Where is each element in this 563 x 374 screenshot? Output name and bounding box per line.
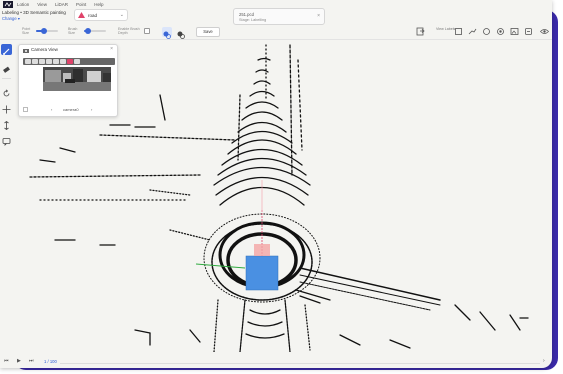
next-camera-button[interactable]: › bbox=[91, 107, 92, 112]
move-icon bbox=[2, 105, 11, 114]
skip-back-icon[interactable]: ⏮ bbox=[4, 358, 9, 364]
paint-mode-button[interactable] bbox=[162, 27, 172, 39]
change-label[interactable]: Change bbox=[2, 16, 17, 21]
target-icon[interactable] bbox=[496, 27, 505, 36]
file-stage: Stage: Labelling bbox=[239, 18, 267, 22]
camera-tab[interactable] bbox=[67, 59, 73, 64]
menu-item-help[interactable]: Help bbox=[94, 2, 103, 7]
enable-depth-label: Enable Brush Depth bbox=[118, 27, 140, 35]
menu-item-lidar[interactable]: LiDAR bbox=[55, 2, 68, 7]
square-icon[interactable] bbox=[454, 27, 463, 36]
enable-depth-checkbox[interactable] bbox=[144, 28, 150, 34]
point-size-handle[interactable] bbox=[41, 28, 47, 34]
brush-tool[interactable] bbox=[1, 44, 12, 55]
app-logo bbox=[3, 1, 13, 8]
save-button[interactable]: Save bbox=[196, 27, 220, 37]
eye-icon[interactable] bbox=[540, 27, 549, 36]
brush-mode-icon bbox=[163, 31, 171, 39]
camera-view-panel: Camera View × ‹ camera0 › bbox=[18, 44, 118, 117]
line-icon[interactable] bbox=[468, 27, 477, 36]
expand-icon[interactable]: › bbox=[543, 358, 545, 364]
camera-view-title: Camera View bbox=[31, 47, 58, 52]
app-screenshot: Lotion View LiDAR Point Help Labeling • … bbox=[0, 0, 563, 374]
class-dropdown[interactable]: road ⌄ bbox=[74, 9, 128, 21]
height-tool[interactable] bbox=[1, 118, 12, 130]
project-title: Labeling • 3D Semantic painting bbox=[2, 10, 66, 15]
toolbar: Point Size Brush Size Enable Brush Depth bbox=[0, 24, 552, 40]
camera-tab[interactable] bbox=[74, 59, 80, 64]
timeline-track[interactable] bbox=[60, 363, 540, 364]
circle-icon[interactable] bbox=[482, 27, 491, 36]
chevron-down-icon: ⌄ bbox=[119, 12, 124, 18]
change-link[interactable]: Change ▾ bbox=[2, 16, 20, 21]
eraser-tool[interactable] bbox=[1, 62, 12, 73]
camera-nav: ‹ camera0 › bbox=[23, 107, 115, 115]
camera-tab[interactable] bbox=[53, 59, 59, 64]
camera-tab[interactable] bbox=[25, 59, 31, 64]
camera-tab[interactable] bbox=[46, 59, 52, 64]
header-bar: Labeling • 3D Semantic painting Change ▾… bbox=[0, 8, 552, 25]
layers-icon[interactable] bbox=[524, 27, 533, 36]
brush-size-handle[interactable] bbox=[85, 28, 91, 34]
height-icon bbox=[4, 121, 9, 130]
comment-icon bbox=[2, 138, 11, 146]
camera-nav-toggle[interactable] bbox=[23, 107, 28, 112]
erase-mode-icon bbox=[177, 31, 185, 39]
close-icon[interactable]: × bbox=[110, 46, 113, 52]
tool-divider bbox=[2, 78, 11, 79]
close-file-icon[interactable]: × bbox=[317, 13, 320, 19]
street-photo bbox=[43, 67, 111, 91]
point-size-slider[interactable] bbox=[36, 28, 58, 34]
camera-icon bbox=[23, 49, 29, 53]
menu-item-view[interactable]: View bbox=[37, 2, 47, 7]
camera-image bbox=[43, 67, 111, 91]
camera-name: camera0 bbox=[63, 107, 79, 112]
camera-tab[interactable] bbox=[60, 59, 66, 64]
skip-forward-icon[interactable]: ⏭ bbox=[29, 358, 34, 364]
cuboid-heading bbox=[254, 244, 270, 256]
brush-size-slider[interactable] bbox=[84, 28, 106, 34]
ego-cuboid[interactable] bbox=[245, 255, 279, 291]
frame-counter: 1 / 100 bbox=[44, 359, 57, 364]
rotate-tool[interactable] bbox=[1, 86, 12, 97]
file-info: 251.pcd Stage: Labelling × bbox=[233, 8, 325, 25]
brush-icon bbox=[3, 48, 10, 55]
menu-item-lotion[interactable]: Lotion bbox=[17, 2, 29, 7]
class-color-icon bbox=[78, 12, 85, 18]
move-tool[interactable] bbox=[1, 102, 12, 114]
app-window: Lotion View LiDAR Point Help Labeling • … bbox=[0, 0, 552, 368]
eraser-icon bbox=[3, 66, 10, 73]
camera-tab[interactable] bbox=[39, 59, 45, 64]
comment-tool[interactable] bbox=[1, 134, 12, 146]
left-toolbar bbox=[0, 40, 14, 160]
camera-tab[interactable] bbox=[32, 59, 38, 64]
export-icon[interactable] bbox=[416, 27, 425, 36]
point-size-label: Point Size bbox=[22, 27, 31, 35]
brush-size-label: Brush Size bbox=[68, 27, 78, 35]
file-name: 251.pcd bbox=[239, 12, 254, 17]
camera-tabs bbox=[23, 58, 115, 65]
rotate-icon bbox=[3, 89, 10, 97]
menu-item-point[interactable]: Point bbox=[76, 2, 86, 7]
erase-mode-button[interactable] bbox=[176, 27, 186, 39]
image-icon[interactable] bbox=[510, 27, 519, 36]
class-value: road bbox=[88, 12, 98, 18]
play-icon[interactable]: ▶ bbox=[17, 358, 21, 364]
view-labels-label: View Labels bbox=[436, 27, 456, 31]
playback-bar: ⏮ ▶ ⏭ 1 / 100 › bbox=[0, 354, 552, 368]
prev-camera-button[interactable]: ‹ bbox=[51, 107, 52, 112]
